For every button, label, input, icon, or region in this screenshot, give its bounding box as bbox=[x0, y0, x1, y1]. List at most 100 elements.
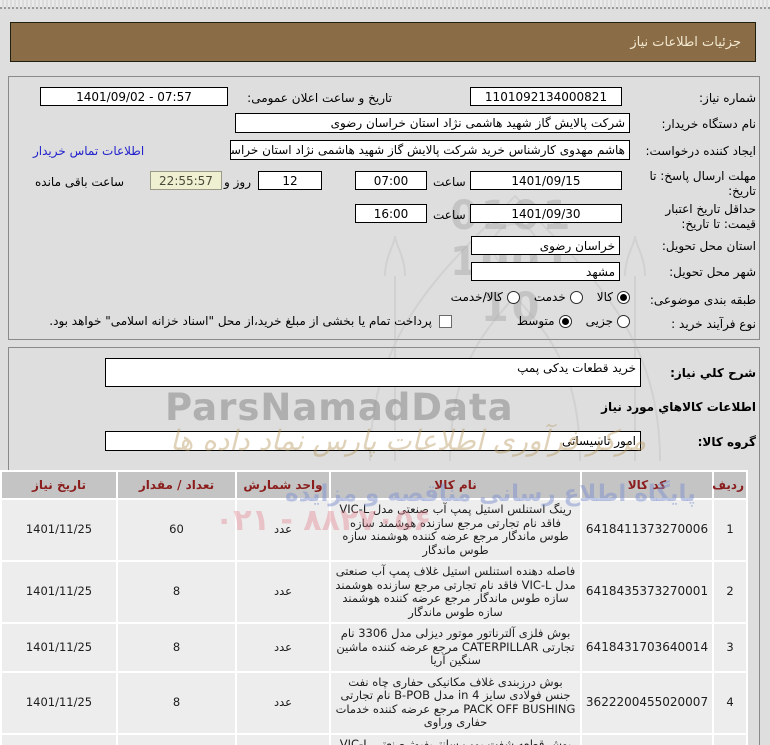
radio-option-goods[interactable]: کالا bbox=[597, 290, 630, 304]
radio-label: خدمت bbox=[533, 290, 566, 304]
price-validity-label: حداقل تاریخ اعتبار قیمت: تا تاریخ: bbox=[665, 202, 756, 231]
items-section-heading: اطلاعات کالاهاي مورد نیاز bbox=[601, 400, 756, 414]
announce-datetime-label: تاریخ و ساعت اعلان عمومی: bbox=[247, 91, 392, 105]
cell-item-code: 6418431916320001 bbox=[580, 732, 714, 745]
request-creator-label: ایجاد کننده درخواست: bbox=[645, 144, 756, 158]
table-row: 3 6418431703640014 بوش فلزی آلترناتور موتو… bbox=[0, 622, 748, 673]
validity-time-field[interactable]: 16:00 bbox=[355, 204, 427, 223]
cell-row-index: 2 bbox=[712, 560, 748, 624]
deadline-time-field[interactable]: 07:00 bbox=[355, 171, 427, 190]
radio-label: متوسط bbox=[516, 314, 555, 328]
radio-icon[interactable] bbox=[558, 314, 572, 328]
page-title: جزئیات اطلاعات نیاز bbox=[630, 34, 741, 50]
cell-count-unit: عدد bbox=[235, 732, 331, 745]
buyer-org-label: نام دستگاه خریدار: bbox=[661, 117, 757, 131]
cell-item-name: فاصله دهنده استنلس استیل غلاف پمپ آب صنع… bbox=[329, 560, 582, 624]
classification-radio-group: کالا خدمت کالا/خدمت bbox=[415, 290, 630, 304]
need-number-field[interactable]: 1101092134000821 bbox=[470, 87, 622, 106]
cell-item-name: رینگ استنلس استیل پمپ آب صنعتی مدل VIC-L… bbox=[329, 498, 582, 562]
header-row-index: ردیف bbox=[712, 470, 748, 500]
radio-icon[interactable] bbox=[506, 290, 520, 304]
header-item-code: کد کالا bbox=[580, 470, 714, 500]
deadline-hour-label: ساعت bbox=[433, 175, 466, 189]
delivery-city-field[interactable]: مشهد bbox=[471, 262, 620, 281]
items-table: ردیف کد کالا نام کالا واحد شمارش تعداد /… bbox=[0, 470, 748, 745]
table-header-row: ردیف کد کالا نام کالا واحد شمارش تعداد /… bbox=[0, 470, 748, 500]
need-description-field[interactable]: خرید قطعات یدکی پمپ bbox=[105, 358, 641, 387]
cell-need-date: 1401/11/25 bbox=[0, 560, 118, 624]
table-row: 1 6418411373270006 رینگ استنلس استیل پمپ آ… bbox=[0, 498, 748, 562]
delivery-province-field[interactable]: خراسان رضوی bbox=[471, 236, 620, 255]
countdown-timer: 22:55:57 bbox=[150, 171, 222, 190]
cell-count-unit: عدد bbox=[235, 560, 331, 624]
radio-icon[interactable] bbox=[617, 290, 630, 304]
table-row: 4 3622200455020007 بوش درزبندی غلاف مکانیک… bbox=[0, 670, 748, 735]
cell-item-code: 6418435373270001 bbox=[580, 560, 714, 624]
cell-row-index: 5 bbox=[712, 732, 748, 745]
radio-option-goods-service[interactable]: کالا/خدمت bbox=[451, 290, 520, 304]
process-type-label: نوع فرآیند خرید : bbox=[671, 317, 756, 331]
items-table-wrap: ردیف کد کالا نام کالا واحد شمارش تعداد /… bbox=[0, 470, 748, 745]
radio-option-medium[interactable]: متوسط bbox=[517, 314, 572, 328]
goods-group-label: گروه کالا: bbox=[697, 435, 756, 449]
cell-quantity: 60 bbox=[116, 498, 237, 562]
response-deadline-label: مهلت ارسال پاسخ: تا تاریخ: bbox=[649, 169, 756, 198]
hours-remaining-label: ساعت باقی مانده bbox=[35, 175, 125, 189]
header-item-name: نام کالا bbox=[329, 470, 582, 500]
remaining-days-field[interactable]: 12 bbox=[258, 171, 322, 190]
radio-option-partial[interactable]: جزیی bbox=[586, 314, 630, 328]
top-dotted-divider bbox=[0, 7, 770, 9]
delivery-city-label: شهر محل تحویل: bbox=[669, 265, 756, 279]
delivery-province-label: استان محل تحویل: bbox=[661, 239, 756, 253]
need-number-label: شماره نیاز: bbox=[699, 91, 756, 105]
deadline-date-field[interactable]: 1401/09/15 bbox=[470, 171, 622, 190]
cell-row-index: 4 bbox=[712, 670, 748, 735]
cell-need-date: 1401/11/25 bbox=[0, 622, 118, 673]
table-row: 56418431916320001بوش قطعه شفت پمپ سانتری… bbox=[0, 732, 748, 745]
cell-count-unit: عدد bbox=[235, 622, 331, 673]
buyer-org-field[interactable]: شرکت پالایش گاز شهید هاشمی نژاد استان خر… bbox=[235, 113, 630, 133]
cell-item-name: بوش فلزی آلترناتور موتور دیزلی مدل 3306 … bbox=[329, 622, 582, 673]
treasury-docs-checkbox-row: پرداخت تمام یا بخشی از مبلغ خرید،از محل … bbox=[28, 314, 452, 328]
cell-quantity: 8 bbox=[116, 622, 237, 673]
cell-item-name: بوش درزبندی غلاف مکانیکی حفاری چاه نفت ج… bbox=[329, 670, 582, 735]
request-creator-field[interactable]: هاشم مهدوی کارشناس خرید شرکت پالایش گاز … bbox=[230, 140, 630, 160]
radio-option-service[interactable]: خدمت bbox=[534, 290, 583, 304]
cell-quantity: 20 bbox=[116, 732, 237, 745]
cell-need-date: 1401/11/25 bbox=[0, 670, 118, 735]
header-quantity: تعداد / مقدار bbox=[116, 470, 237, 500]
cell-row-index: 1 bbox=[712, 498, 748, 562]
buyer-contact-link[interactable]: اطلاعات تماس خریدار bbox=[33, 144, 144, 158]
table-row: 2 6418435373270001 فاصله دهنده استنلس استی… bbox=[0, 560, 748, 624]
cell-row-index: 3 bbox=[712, 622, 748, 673]
cell-item-code: 6418431703640014 bbox=[580, 622, 714, 673]
radio-label: کالا/خدمت bbox=[450, 290, 503, 304]
page-title-bar: جزئیات اطلاعات نیاز bbox=[10, 22, 756, 62]
header-count-unit: واحد شمارش bbox=[235, 470, 331, 500]
need-description-label: شرح کلي نیاز: bbox=[670, 366, 756, 380]
cell-quantity: 8 bbox=[116, 560, 237, 624]
page: جزئیات اطلاعات نیاز 0101 1001 10 شماره ن… bbox=[0, 0, 770, 745]
cell-need-date: 1401/11/25 bbox=[0, 732, 118, 745]
cell-quantity: 8 bbox=[116, 670, 237, 735]
treasury-docs-label: پرداخت تمام یا بخشی از مبلغ خرید،از محل … bbox=[49, 314, 432, 328]
treasury-docs-checkbox[interactable] bbox=[439, 314, 452, 328]
top-texture bbox=[0, 0, 770, 7]
cell-count-unit: عدد bbox=[235, 670, 331, 735]
items-table-body: 1 6418411373270006 رینگ استنلس استیل پمپ آ… bbox=[0, 498, 748, 745]
radio-label: جزیی bbox=[585, 314, 613, 328]
radio-label: کالا bbox=[596, 290, 613, 304]
header-need-date: تاریخ نیاز bbox=[0, 470, 118, 500]
radio-icon[interactable] bbox=[569, 290, 583, 304]
cell-count-unit: عدد bbox=[235, 498, 331, 562]
goods-group-field[interactable]: امور تاسیساتی bbox=[105, 431, 641, 451]
process-type-radio-group: جزیی متوسط bbox=[458, 314, 630, 328]
announce-datetime-field[interactable]: 1401/09/02 - 07:57 bbox=[40, 87, 228, 106]
days-and-label: روز و bbox=[224, 175, 251, 189]
cell-item-code: 3622200455020007 bbox=[580, 670, 714, 735]
validity-date-field[interactable]: 1401/09/30 bbox=[470, 204, 622, 223]
radio-icon[interactable] bbox=[617, 314, 630, 328]
cell-item-name: بوش قطعه شفت پمپ سانتریفیوژ صنعتی VIC-L … bbox=[329, 732, 582, 745]
validity-hour-label: ساعت bbox=[433, 208, 466, 222]
cell-need-date: 1401/11/25 bbox=[0, 498, 118, 562]
